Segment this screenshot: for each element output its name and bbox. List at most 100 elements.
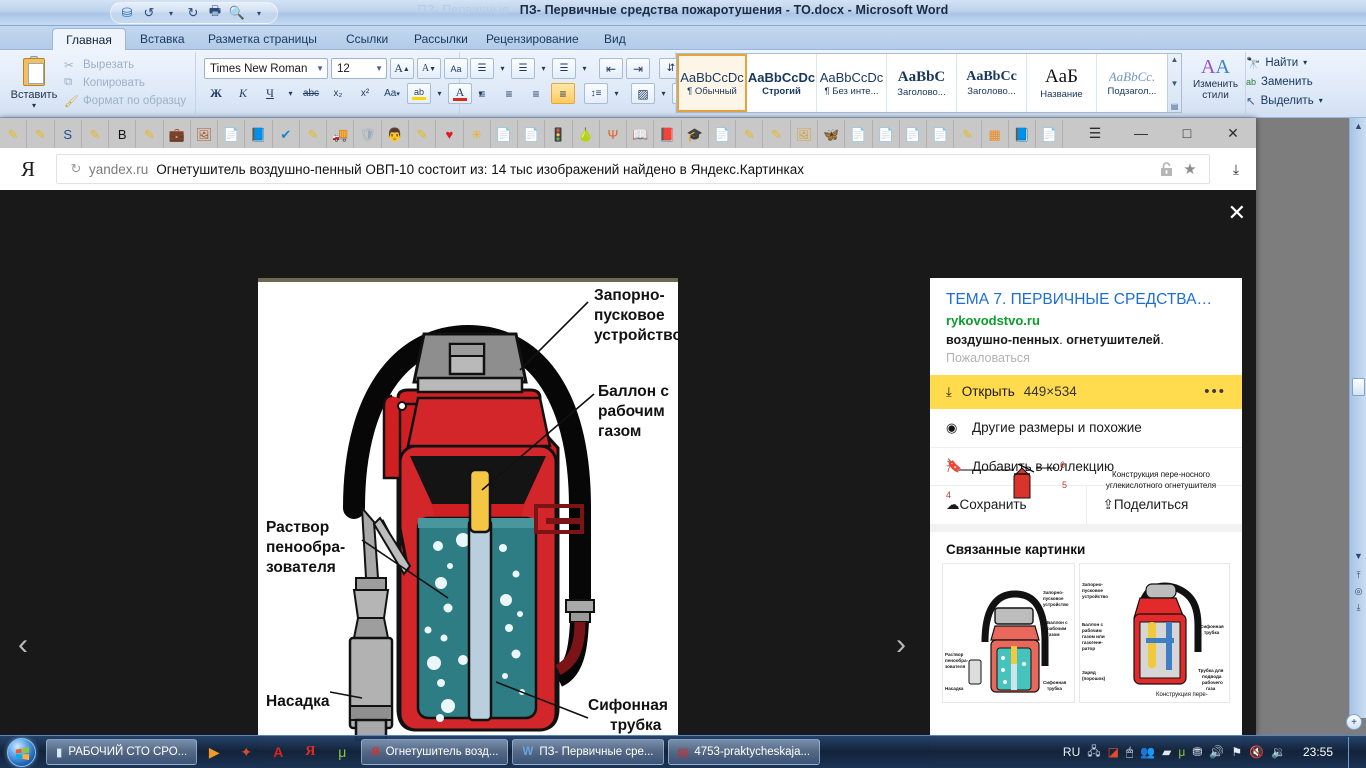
replace-button[interactable]: ab Заменить: [1246, 72, 1364, 91]
related-thumb-1[interactable]: Запорно-пусковое устройство Баллон с рабоч…: [942, 562, 1075, 703]
shrink-font-button[interactable]: A ▼: [417, 58, 441, 79]
word-scroll-thumb[interactable]: [1352, 378, 1365, 396]
redo-icon[interactable]: ↻: [183, 4, 203, 22]
other-sizes-row[interactable]: ◉ Другие размеры и похожие: [930, 409, 1242, 447]
address-bar[interactable]: ↻ yandex.ru Огнетушитель воздушно-пенный…: [56, 154, 1210, 184]
browser-tab-19[interactable]: 📄: [518, 120, 546, 148]
browser-tab-23[interactable]: 📖: [627, 120, 655, 148]
minimize-button[interactable]: —: [1118, 118, 1164, 148]
style-strict[interactable]: AaBbCcDc Строгий: [747, 54, 817, 112]
browser-tab-17[interactable]: ✳: [463, 120, 491, 148]
browser-tab-7[interactable]: 🖼: [190, 120, 219, 148]
browser-tab-27[interactable]: ✎: [736, 120, 764, 148]
find-button[interactable]: 🔭 Найти ▾: [1246, 53, 1364, 72]
multilevel-dropdown[interactable]: ▾: [579, 58, 590, 79]
browser-tab-12[interactable]: 🚚: [327, 120, 355, 148]
browser-tab-25[interactable]: 🎓: [681, 120, 709, 148]
paste-button[interactable]: Вставить ▾: [6, 56, 62, 110]
format-painter-button[interactable]: 🖌 Формат по образцу: [64, 94, 186, 108]
style-nospacing[interactable]: AaBbCcDc ¶ Без инте...: [817, 54, 887, 112]
scroll-up-icon[interactable]: ▲: [1353, 120, 1364, 131]
paste-dropdown-arrow[interactable]: ▾: [6, 101, 62, 110]
italic-button[interactable]: К: [231, 83, 255, 104]
customize-qat-icon[interactable]: ▾: [249, 4, 269, 22]
lock-icon[interactable]: [1155, 161, 1177, 177]
start-button[interactable]: [0, 737, 42, 768]
undo-dropdown-icon[interactable]: ▾: [161, 4, 181, 22]
ribbon-tab-mailings[interactable]: Рассылки: [402, 28, 480, 50]
ribbon-tab-view[interactable]: Вид: [592, 28, 638, 50]
taskbar-item-reader[interactable]: A: [263, 739, 293, 765]
browse-object-icon[interactable]: ◎: [1353, 586, 1364, 597]
close-panel-button[interactable]: ✕: [1228, 200, 1246, 226]
word-vertical-scrollbar[interactable]: ▲ ▼ ⤒ ◎ ⤓: [1349, 118, 1366, 718]
subscript-button[interactable]: x₂: [326, 83, 350, 104]
browser-tab-38[interactable]: 📄: [1036, 120, 1064, 148]
undo-icon[interactable]: ↺: [139, 4, 159, 22]
language-indicator[interactable]: RU: [1063, 745, 1080, 759]
browser-tab-10[interactable]: ✔: [272, 120, 300, 148]
browser-tab-30[interactable]: 🦋: [817, 120, 846, 148]
browser-tab-16[interactable]: ♥: [436, 120, 464, 148]
line-spacing-button[interactable]: ↕≡: [584, 83, 608, 104]
increase-indent-button[interactable]: ⇥: [626, 58, 650, 79]
numbering-button[interactable]: ☰: [511, 58, 535, 79]
scroll-down-icon[interactable]: ▼: [1171, 79, 1179, 88]
select-button[interactable]: ↖ Выделить ▾: [1246, 91, 1364, 110]
style-subtitle[interactable]: AaBbCc. Подзагол...: [1097, 54, 1167, 112]
ribbon-tab-references[interactable]: Ссылки: [334, 28, 400, 50]
change-case-button[interactable]: Aa ▾: [380, 83, 404, 104]
browser-tab-18[interactable]: 📄: [490, 120, 519, 148]
browser-tab-26[interactable]: 📄: [708, 120, 737, 148]
ribbon-tab-review[interactable]: Рецензирование: [474, 28, 591, 50]
font-family-select[interactable]: Times New Roman ▼: [204, 58, 328, 79]
numbering-dropdown[interactable]: ▾: [538, 58, 549, 79]
multilevel-list-button[interactable]: ☰: [552, 58, 576, 79]
ribbon-tab-home[interactable]: Главная: [52, 28, 126, 50]
align-right-button[interactable]: ≡: [524, 83, 548, 104]
browser-tab-11[interactable]: ✎: [299, 120, 328, 148]
show-desktop-button[interactable]: [1348, 736, 1358, 768]
taskbar-item-media-player[interactable]: ▶: [199, 739, 229, 765]
decrease-indent-button[interactable]: ⇤: [599, 58, 623, 79]
browser-tab-9[interactable]: 📘: [245, 120, 273, 148]
next-image-button[interactable]: ›: [896, 628, 906, 662]
browser-tab-2[interactable]: S: [54, 120, 82, 148]
bold-button[interactable]: Ж: [204, 83, 228, 104]
browser-tab-5[interactable]: ✎: [136, 120, 164, 148]
panel-host[interactable]: rykovodstvo.ru: [946, 313, 1226, 328]
browser-tab-14[interactable]: 👨: [381, 120, 409, 148]
align-justify-button[interactable]: ≡: [551, 83, 575, 104]
superscript-button[interactable]: x²: [353, 83, 377, 104]
scroll-up-icon[interactable]: ▲: [1171, 55, 1179, 64]
browser-tab-35[interactable]: ✎: [954, 120, 982, 148]
browser-tab-13[interactable]: 🛡: [354, 120, 382, 148]
flag-tray-icon[interactable]: ⚑: [1231, 745, 1242, 759]
prev-page-icon[interactable]: ⤒: [1353, 570, 1364, 581]
browser-tab-6[interactable]: 💼: [163, 120, 191, 148]
browser-tab-32[interactable]: 📄: [872, 120, 900, 148]
next-page-icon[interactable]: ⤓: [1353, 602, 1364, 613]
save-icon[interactable]: ⛁: [117, 4, 137, 22]
taskbar-item-flash[interactable]: ✦: [231, 739, 261, 765]
volume-tray-icon[interactable]: 🔊: [1209, 745, 1224, 759]
grow-font-button[interactable]: A ▲: [390, 58, 414, 79]
quick-access-toolbar[interactable]: ⛁ ↺ ▾ ↻ 🖶 🔍 ▾: [110, 2, 278, 24]
taskbar-item-pdf-doc[interactable]: ▤ 4753-praktycheskaja...: [667, 739, 821, 765]
shading-button[interactable]: ▨: [631, 83, 655, 104]
browser-tab-4[interactable]: B: [109, 120, 137, 148]
align-left-button[interactable]: ≡: [470, 83, 494, 104]
bullets-dropdown[interactable]: ▾: [497, 58, 508, 79]
font-size-select[interactable]: 12 ▼: [331, 58, 387, 79]
wifi-tray-icon[interactable]: ▰: [1162, 745, 1171, 759]
ribbon-tab-pagelayout[interactable]: Разметка страницы: [196, 28, 329, 50]
browser-tab-33[interactable]: 📄: [899, 120, 928, 148]
open-image-button[interactable]: ⤓ Открыть 449×534 •••: [930, 374, 1242, 409]
prev-image-button[interactable]: ‹: [18, 628, 28, 662]
related-thumb-2[interactable]: Запорно-пусковое устройство Баллон с рабоч…: [1078, 562, 1230, 703]
underline-button[interactable]: Ч: [258, 83, 282, 104]
line-spacing-dropdown[interactable]: ▾: [611, 83, 622, 104]
bookmark-star-icon[interactable]: ★: [1177, 160, 1203, 178]
browser-tab-0[interactable]: ✎: [0, 120, 28, 148]
close-button[interactable]: ✕: [1210, 118, 1256, 148]
